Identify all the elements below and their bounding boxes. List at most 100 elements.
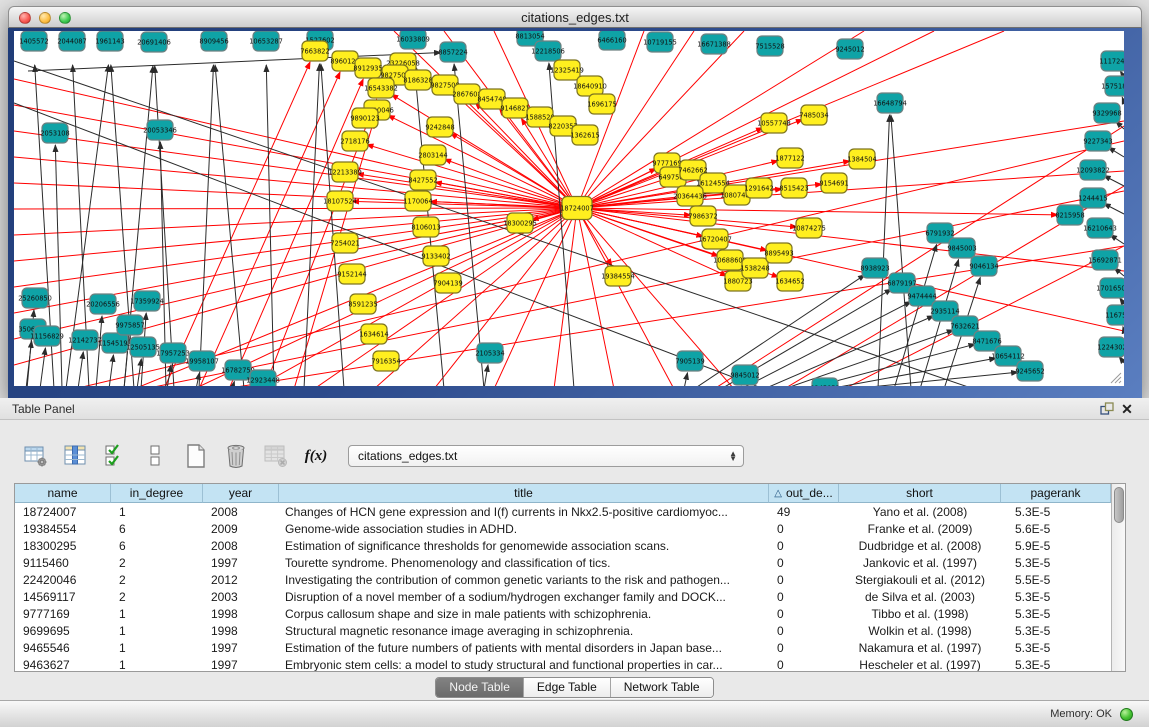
column-header-title[interactable]: title [279, 484, 769, 503]
memory-status-icon[interactable] [1120, 708, 1133, 721]
network-canvas[interactable]: 1405572204408719611432069140689094561065… [14, 31, 1124, 386]
table-cell: 1998 [203, 605, 279, 622]
column-header-out_de[interactable]: △out_de... [769, 484, 839, 503]
zoom-window-icon[interactable] [59, 12, 71, 24]
table-selector-dropdown[interactable]: citations_edges.txt ▲▼ [348, 445, 744, 467]
graph-edge[interactable] [304, 64, 319, 386]
float-panel-icon[interactable] [1097, 401, 1117, 417]
table-row[interactable]: 946554611997Estimation of the future num… [15, 639, 1111, 656]
graph-edge[interactable] [484, 365, 488, 386]
tab-edge-table[interactable]: Edge Table [524, 678, 611, 697]
graph-edge[interactable] [741, 301, 911, 386]
tab-node-table[interactable]: Node Table [436, 678, 524, 697]
table-cell: 5.3E-5 [1001, 554, 1111, 571]
column-header-pagerank[interactable]: pagerank [1001, 484, 1111, 503]
graph-edge[interactable] [828, 358, 996, 386]
graph-edge[interactable] [109, 355, 113, 386]
table-toolbar: f(x) citations_edges.txt ▲▼ [22, 440, 1149, 472]
citation-network-graph[interactable]: 1405572204408719611432069140689094561065… [14, 31, 1124, 386]
table-row[interactable]: 1938455462009Genome-wide association stu… [15, 520, 1111, 537]
table-cell: 1997 [203, 639, 279, 656]
graph-edge[interactable] [577, 208, 1124, 271]
graph-edge[interactable] [26, 341, 32, 386]
graph-node-label: 16648794 [873, 99, 907, 107]
graph-edge[interactable] [684, 373, 687, 386]
table-scrollbar[interactable] [1111, 484, 1125, 671]
select-all-button[interactable] [102, 442, 130, 470]
table-cell: 22420046 [15, 571, 111, 588]
graph-edge[interactable] [1104, 176, 1124, 186]
graph-edge[interactable] [554, 208, 577, 386]
graph-node-label: 9146821 [500, 104, 529, 112]
table-cell: Investigating the contribution of common… [279, 571, 769, 588]
column-header-year[interactable]: year [203, 484, 279, 503]
show-columns-button[interactable] [62, 442, 90, 470]
table-cell: 1 [111, 656, 203, 672]
table-row[interactable]: 1830029562008Estimation of significance … [15, 537, 1111, 554]
window-titlebar[interactable]: citations_edges.txt [8, 6, 1142, 28]
graph-edge[interactable] [577, 208, 614, 386]
graph-node-label: 8813054 [515, 32, 544, 40]
graph-edge[interactable] [14, 208, 577, 209]
tab-network-table[interactable]: Network Table [611, 678, 713, 697]
graph-edge[interactable] [321, 64, 344, 386]
table-cell: 1997 [203, 554, 279, 571]
table-cell: Yano et al. (2008) [839, 503, 1001, 520]
graph-edge[interactable] [577, 31, 644, 208]
table-row[interactable]: 2242004622012Investigating the contribut… [15, 571, 1111, 588]
table-cell: 6 [111, 537, 203, 554]
graph-node-label: 9975857 [115, 321, 144, 329]
close-panel-icon[interactable]: ✕ [1117, 401, 1137, 417]
graph-node-label: 8186328 [403, 76, 432, 84]
function-builder-button[interactable]: f(x) [302, 442, 330, 470]
graph-edge[interactable] [878, 115, 889, 386]
graph-edge[interactable] [1104, 204, 1124, 214]
table-cell: Structural magnetic resonance image aver… [279, 622, 769, 639]
graph-edge[interactable] [1122, 97, 1124, 102]
minimize-window-icon[interactable] [39, 12, 51, 24]
graph-edge[interactable] [850, 372, 1018, 386]
status-bar: Memory: OK [0, 700, 1149, 727]
graph-node-label: 1634614 [359, 330, 388, 338]
graph-edge[interactable] [78, 352, 83, 386]
table-scrollbar-thumb[interactable] [1114, 487, 1124, 523]
graph-node-label: 8515423 [779, 184, 808, 192]
graph-edge[interactable] [1120, 298, 1124, 304]
delete-table-button[interactable] [262, 442, 290, 470]
graph-node-label: 16210643 [1083, 224, 1117, 232]
table-cell: 2 [111, 571, 203, 588]
table-cell: Tourette syndrome. Phenomenology and cla… [279, 554, 769, 571]
table-cell: 19384554 [15, 520, 111, 537]
resize-grip-icon[interactable] [1108, 370, 1122, 384]
delete-column-button[interactable] [222, 442, 250, 470]
graph-edge[interactable] [14, 208, 577, 235]
table-options-button[interactable] [22, 442, 50, 470]
table-row[interactable]: 911546021997Tourette syndrome. Phenomeno… [15, 554, 1111, 571]
table-cell: 0 [769, 605, 839, 622]
new-column-button[interactable] [182, 442, 210, 470]
function-builder-label: f(x) [305, 448, 328, 465]
table-row[interactable]: 946362711997Embryonic stem cells: a mode… [15, 656, 1111, 672]
column-header-in_degree[interactable]: in_degree [111, 484, 203, 503]
close-window-icon[interactable] [19, 12, 31, 24]
table-cell: Dudbridge et al. (2008) [839, 537, 1001, 554]
graph-edge[interactable] [577, 208, 674, 386]
table-panel: Table Panel ✕ [0, 398, 1149, 700]
table-row[interactable]: 969969511998Structural magnetic resonanc… [15, 622, 1111, 639]
table-cell: 18300295 [15, 537, 111, 554]
table-row[interactable]: 977716911998Corpus callosum shape and si… [15, 605, 1111, 622]
graph-edge[interactable] [266, 65, 274, 386]
graph-node-label: 7485034 [799, 111, 828, 119]
column-header-name[interactable]: name [15, 484, 111, 503]
table-row[interactable]: 1456911722003Disruption of a novel membe… [15, 588, 1111, 605]
graph-node-label: 8427552 [408, 176, 437, 184]
graph-edge[interactable] [137, 359, 141, 386]
graph-edge[interactable] [40, 348, 45, 386]
table-row[interactable]: 1872400712008Changes of HCN gene express… [15, 503, 1111, 520]
unselect-all-button[interactable] [142, 442, 170, 470]
graph-edge[interactable] [14, 208, 577, 339]
column-header-short[interactable]: short [839, 484, 1001, 503]
graph-edge[interactable] [55, 145, 62, 386]
graph-edge[interactable] [434, 208, 577, 386]
graph-edge[interactable] [96, 316, 102, 386]
